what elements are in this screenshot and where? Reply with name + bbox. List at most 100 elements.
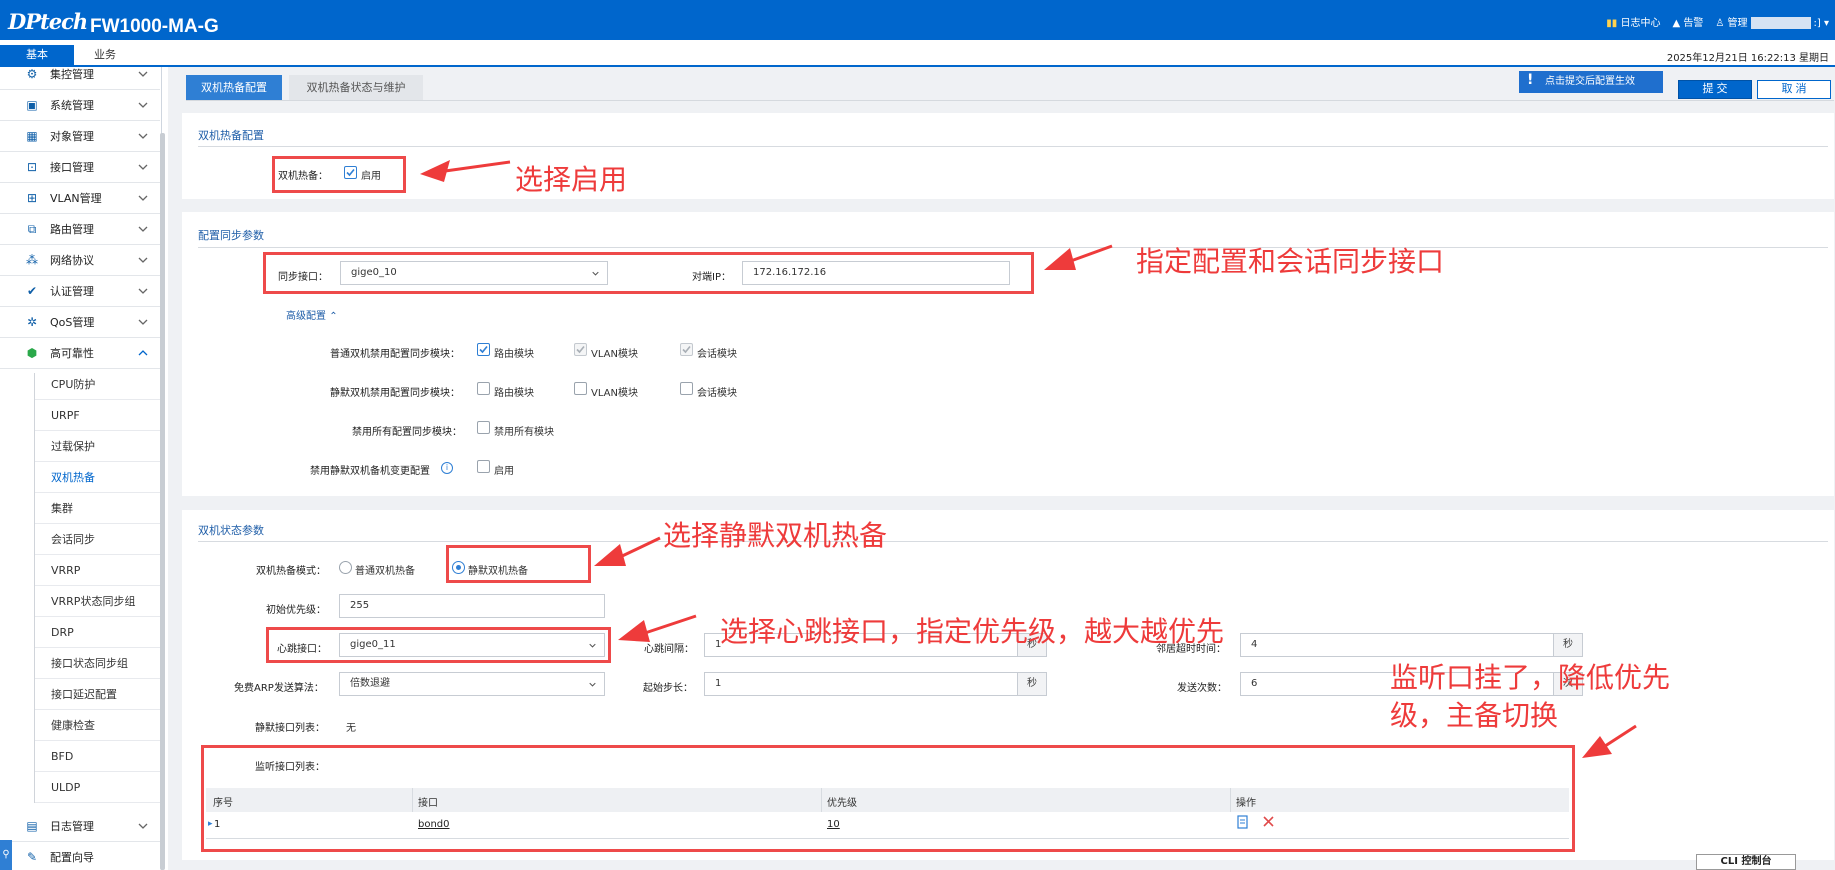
disable-all-checkbox[interactable] bbox=[477, 421, 490, 434]
alarm-link[interactable]: ▲ 告警 bbox=[1672, 14, 1703, 29]
start-step-unit: 秒 bbox=[1017, 672, 1047, 696]
mode-normal-label: 普通双机热备 bbox=[355, 566, 415, 577]
shield-icon: ⬢ bbox=[26, 346, 38, 360]
sidebar-item-system[interactable]: ▣ 系统管理 bbox=[0, 90, 160, 121]
port-icon: ⊡ bbox=[26, 160, 38, 174]
sidebar-item-ha[interactable]: ⬢ 高可靠性 bbox=[0, 338, 160, 369]
sidebar-item-protocol[interactable]: ⁂ 网络协议 bbox=[0, 245, 160, 276]
exclamation-icon: ! bbox=[1527, 72, 1534, 88]
advanced-config-toggle[interactable]: 高级配置 ⌃ bbox=[286, 307, 338, 322]
normal-vlan-checkbox bbox=[574, 343, 587, 356]
chevron-down-icon bbox=[138, 226, 148, 232]
nav-tab-business[interactable]: 业务 bbox=[82, 45, 128, 65]
sidebar-sub-iface-delay[interactable]: 接口延迟配置 bbox=[34, 679, 160, 710]
sidebar-item-qos[interactable]: ✲ QoS管理 bbox=[0, 307, 160, 338]
sidebar: ⚙ 集控管理 ▣ 系统管理 ▦ 对象管理 ⊡ 接口管理 ⊞ VLAN管理 ⧉ 路由管理 ⁂ 网… bbox=[0, 67, 162, 870]
grid-icon: ▦ bbox=[26, 129, 38, 143]
chevron-down-icon bbox=[138, 164, 148, 170]
sidebar-item-interface[interactable]: ⊡ 接口管理 bbox=[0, 152, 160, 183]
ha-mode-label: 双机热备模式： bbox=[256, 566, 326, 577]
silent-change-checkbox[interactable] bbox=[477, 460, 490, 473]
neighbor-timeout-unit: 秒 bbox=[1553, 633, 1583, 657]
annotation-mode: 选择静默双机热备 bbox=[663, 519, 888, 552]
arrow-icon bbox=[420, 160, 511, 182]
sidebar-sub-ha[interactable]: 双机热备 bbox=[34, 462, 160, 493]
sidebar-item-object[interactable]: ▦ 对象管理 bbox=[0, 121, 160, 152]
cluster-icon: ⚙ bbox=[26, 67, 38, 81]
top-right-tools: ▮▮ 日志中心 ▲ 告警 ♙ 管理:] ▾ bbox=[1606, 14, 1829, 29]
annotation-enable: 选择启用 bbox=[515, 163, 628, 196]
normal-sync-label: 普通双机禁用配置同步模块： bbox=[330, 349, 460, 360]
silent-session-checkbox[interactable] bbox=[680, 382, 693, 395]
user-icon: ♙ bbox=[1715, 18, 1725, 29]
silent-change-option: 启用 bbox=[494, 466, 514, 477]
bar-chart-icon: ▮▮ bbox=[1606, 18, 1618, 29]
annotation-monitor-1: 监听口挂了，降低优先 bbox=[1390, 661, 1671, 694]
submit-button[interactable]: 提 交 bbox=[1678, 80, 1752, 99]
tab-ha-config[interactable]: 双机热备配置 bbox=[186, 75, 282, 100]
info-icon[interactable]: i bbox=[441, 462, 453, 474]
chevron-down-icon bbox=[138, 257, 148, 263]
init-priority-label: 初始优先级： bbox=[266, 605, 326, 616]
start-step-input[interactable]: 1 bbox=[704, 672, 1018, 696]
device-model: FW1000-MA-G bbox=[90, 16, 219, 37]
monitor-icon: ▣ bbox=[26, 98, 38, 112]
chevron-down-icon bbox=[138, 102, 148, 108]
system-datetime: 2025年12月21日 16:22:13 星期日 bbox=[1666, 53, 1829, 64]
mode-normal-radio[interactable] bbox=[339, 561, 352, 574]
silent-session-label: 会话模块 bbox=[697, 388, 737, 399]
route-icon: ⧉ bbox=[27, 221, 37, 236]
sidebar-item-central[interactable]: ⚙ 集控管理 bbox=[0, 67, 160, 90]
silent-route-checkbox[interactable] bbox=[477, 382, 490, 395]
warning-icon: ▲ bbox=[1672, 18, 1681, 29]
cli-console-button[interactable]: CLI 控制台 bbox=[1696, 854, 1796, 870]
sidebar-sub-urpf[interactable]: URPF bbox=[34, 400, 160, 431]
sidebar-sub-vrrp[interactable]: VRRP bbox=[34, 555, 160, 586]
network-icon: ⊞ bbox=[26, 191, 38, 205]
sidebar-item-vlan[interactable]: ⊞ VLAN管理 bbox=[0, 183, 160, 214]
sidebar-sub-cluster[interactable]: 集群 bbox=[34, 493, 160, 524]
arp-algorithm-select[interactable]: 倍数退避 bbox=[339, 672, 605, 696]
normal-route-checkbox[interactable] bbox=[477, 343, 490, 356]
nav-tab-basic[interactable]: 基本 bbox=[0, 45, 74, 67]
panel-divider bbox=[198, 146, 1828, 147]
sidebar-item-log[interactable]: ▤ 日志管理 bbox=[0, 811, 160, 842]
admin-menu[interactable]: ♙ 管理:] ▾ bbox=[1715, 14, 1829, 29]
init-priority-input[interactable]: 255 bbox=[339, 594, 605, 618]
silent-vlan-checkbox[interactable] bbox=[574, 382, 587, 395]
annotation-box-enable bbox=[272, 156, 406, 193]
chevron-down-icon bbox=[138, 133, 148, 139]
annotation-monitor-2: 级，主备切换 bbox=[1390, 699, 1559, 732]
annotation-heartbeat: 选择心跳接口，指定优先级，越大越优先 bbox=[720, 615, 1225, 648]
cancel-button[interactable]: 取 消 bbox=[1757, 80, 1831, 99]
sidebar-sub-cpu[interactable]: CPU防护 bbox=[34, 369, 160, 400]
neighbor-timeout-input[interactable]: 4 bbox=[1240, 633, 1554, 657]
sidebar-sub-overload[interactable]: 过载保护 bbox=[34, 431, 160, 462]
sidebar-item-routing[interactable]: ⧉ 路由管理 bbox=[0, 214, 160, 245]
silent-vlan-label: VLAN模块 bbox=[591, 388, 638, 399]
document-icon: ▤ bbox=[26, 819, 38, 833]
arrow-icon bbox=[594, 536, 661, 566]
caret-down-icon: ▾ bbox=[1823, 18, 1829, 29]
sidebar-sub-drp[interactable]: DRP bbox=[34, 617, 160, 648]
panel-title: 双机状态参数 bbox=[198, 524, 264, 537]
log-center-link[interactable]: ▮▮ 日志中心 bbox=[1606, 14, 1660, 29]
submenu-tree-line bbox=[34, 373, 35, 803]
submit-notice: 点击提交后配置生效 bbox=[1519, 71, 1663, 93]
sidebar-item-auth[interactable]: ✔ 认证管理 bbox=[0, 276, 160, 307]
sidebar-sub-iface-sync[interactable]: 接口状态同步组 bbox=[34, 648, 160, 679]
silent-iface-label: 静默接口列表： bbox=[255, 723, 325, 734]
normal-session-checkbox bbox=[680, 343, 693, 356]
annotation-box-heartbeat bbox=[266, 627, 611, 663]
search-icon[interactable]: ⚲ bbox=[0, 840, 12, 870]
sidebar-sub-bfd[interactable]: BFD bbox=[34, 741, 160, 772]
sidebar-scrollbar[interactable] bbox=[160, 133, 165, 870]
sidebar-sub-vrrp-group[interactable]: VRRP状态同步组 bbox=[34, 586, 160, 617]
annotation-box-sync bbox=[263, 252, 1034, 294]
sidebar-sub-uldp[interactable]: ULDP bbox=[34, 772, 160, 803]
tab-ha-status[interactable]: 双机热备状态与维护 bbox=[289, 75, 423, 100]
sidebar-sub-health[interactable]: 健康检查 bbox=[34, 710, 160, 741]
normal-route-label: 路由模块 bbox=[494, 349, 534, 360]
sidebar-sub-session-sync[interactable]: 会话同步 bbox=[34, 524, 160, 555]
sidebar-item-wizard[interactable]: ✎ 配置向导 bbox=[0, 842, 160, 870]
